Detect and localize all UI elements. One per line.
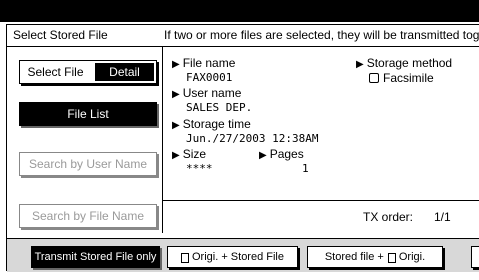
divider-vertical xyxy=(162,47,163,233)
transmit-stored-file-only-button[interactable]: Transmit Stored File only xyxy=(31,246,160,268)
info-text: If two or more files are selected, they … xyxy=(164,28,479,42)
triangle-right-icon: ▶ xyxy=(172,59,180,70)
top-bar xyxy=(0,0,479,22)
file-name-value: FAX0001 xyxy=(186,71,233,84)
storage-method-value: Facsimile xyxy=(369,71,434,85)
storage-time-label: ▶ Storage time xyxy=(172,117,251,131)
storage-time-value: Jun./27/2003 12:38AM xyxy=(186,132,319,145)
tx-order-value: 1/1 xyxy=(434,210,451,224)
title-row: Select Stored File If two or more files … xyxy=(7,25,479,47)
tx-order-label: TX order: xyxy=(363,210,414,224)
file-name-label: ▶ File name xyxy=(172,56,236,70)
pages-label: ▶ Pages xyxy=(259,147,304,161)
view-toggle: Select File Detail xyxy=(19,60,157,84)
triangle-right-icon: ▶ xyxy=(172,89,180,100)
search-by-user-name-button[interactable]: Search by User Name xyxy=(19,152,157,176)
divider-horizontal xyxy=(163,200,479,201)
offscreen-button[interactable] xyxy=(471,246,479,268)
detail-tab[interactable]: Detail xyxy=(95,63,154,81)
select-file-tab[interactable]: Select File xyxy=(20,61,91,83)
user-name-value: SALES DEP. xyxy=(186,101,253,114)
triangle-right-icon: ▶ xyxy=(259,150,267,161)
document-icon xyxy=(180,253,189,263)
stored-file-plus-origi-button[interactable]: Stored file + Origi. xyxy=(307,246,443,268)
search-by-file-name-button[interactable]: Search by File Name xyxy=(19,204,157,228)
dialog-title: Select Stored File xyxy=(13,28,108,42)
triangle-right-icon: ▶ xyxy=(356,59,364,70)
triangle-right-icon: ▶ xyxy=(172,120,180,131)
origi-plus-stored-file-button[interactable]: Origi. + Stored File xyxy=(167,246,298,268)
user-name-label: ▶ User name xyxy=(172,86,242,100)
triangle-right-icon: ▶ xyxy=(172,150,180,161)
storage-method-label: ▶ Storage method xyxy=(356,56,453,70)
size-label: ▶ Size xyxy=(172,147,207,161)
document-icon xyxy=(387,253,396,263)
size-value: **** xyxy=(186,162,213,175)
fax-icon xyxy=(369,73,379,83)
pages-value: 1 xyxy=(302,162,309,175)
file-list-button[interactable]: File List xyxy=(19,102,157,126)
